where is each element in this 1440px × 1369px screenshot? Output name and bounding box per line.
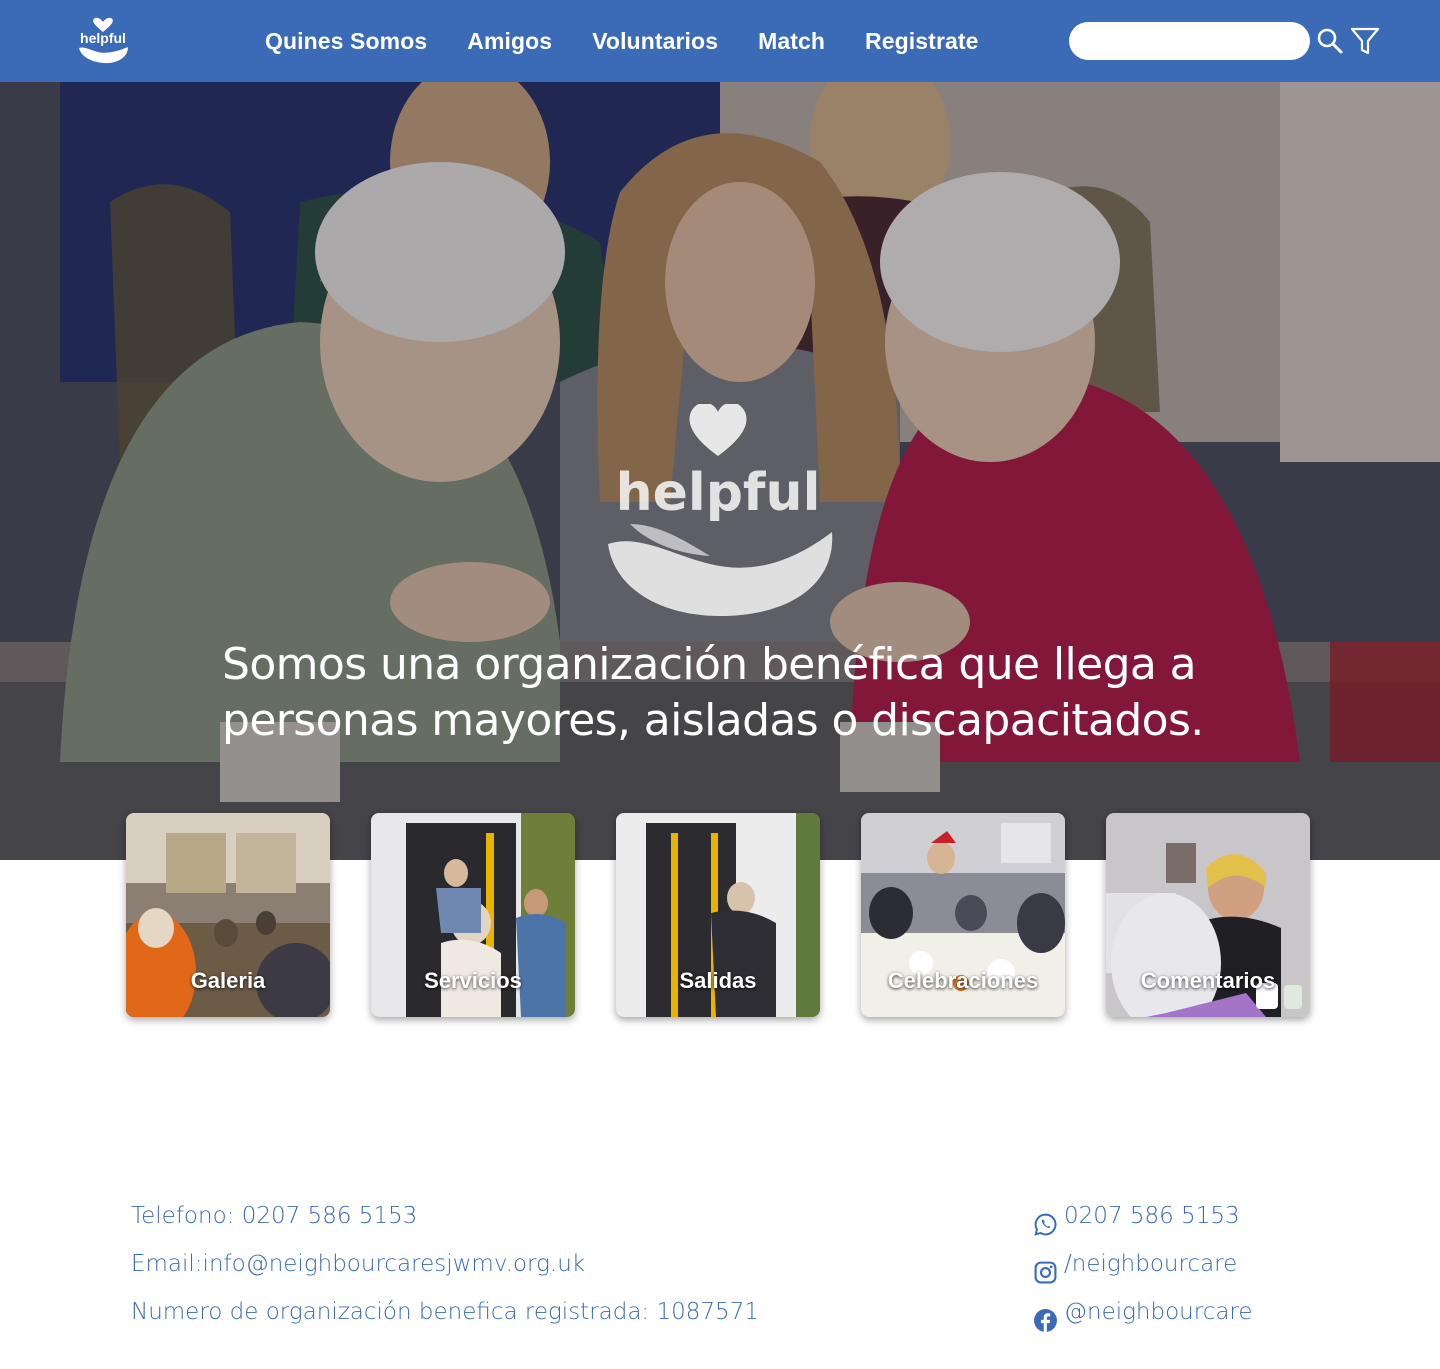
nav-link-voluntarios[interactable]: Voluntarios xyxy=(592,28,718,55)
top-navigation-bar: helpful Quines Somos Amigos Voluntarios … xyxy=(0,0,1440,82)
nav-link-registrate[interactable]: Registrate xyxy=(865,28,978,55)
instagram-link[interactable]: /neighbourcare xyxy=(1033,1248,1253,1296)
card-comentarios[interactable]: Comentarios xyxy=(1106,813,1310,1017)
facebook-handle: @neighbourcare xyxy=(1064,1299,1253,1325)
svg-text:helpful: helpful xyxy=(80,30,126,46)
search-icon[interactable] xyxy=(1316,27,1344,55)
hero-tagline: Somos una organización benéfica que lleg… xyxy=(222,639,1204,746)
social-links: 0207 586 5153 /neighbourcare @neighbourc… xyxy=(1033,1200,1253,1344)
card-servicios[interactable]: Servicios xyxy=(371,813,575,1017)
svg-text:helpful: helpful xyxy=(616,463,821,523)
nav-link-amigos[interactable]: Amigos xyxy=(467,28,552,55)
card-galeria[interactable]: Galeria xyxy=(126,813,330,1017)
whatsapp-number: 0207 586 5153 xyxy=(1064,1203,1240,1229)
helpful-logo[interactable]: helpful xyxy=(76,16,130,64)
hero-helpful-logo: helpful xyxy=(608,404,833,616)
footer-charity-number: Numero de organización benefica registra… xyxy=(131,1299,759,1325)
hero-banner: helpful Somos una organización benéfica … xyxy=(0,82,1440,860)
footer-email[interactable]: Email:info@neighbourcaresjwmv.org.uk xyxy=(131,1248,759,1296)
card-galeria-label: Galeria xyxy=(190,968,266,993)
main-nav: Quines Somos Amigos Voluntarios Match Re… xyxy=(265,0,979,82)
instagram-icon xyxy=(1034,1261,1057,1283)
card-comentarios-label: Comentarios xyxy=(1140,968,1276,993)
search-input[interactable] xyxy=(1069,22,1310,60)
feature-cards: Galeria Servicios Salidas Celebraciones … xyxy=(126,813,1310,1017)
contact-info: Telefono: 0207 586 5153 Email:info@neigh… xyxy=(131,1200,759,1344)
card-servicios-label: Servicios xyxy=(424,968,522,993)
card-salidas[interactable]: Salidas xyxy=(616,813,820,1017)
facebook-link[interactable]: @neighbourcare xyxy=(1033,1296,1253,1344)
card-salidas-label: Salidas xyxy=(679,968,757,993)
facebook-icon xyxy=(1034,1308,1057,1332)
instagram-handle: /neighbourcare xyxy=(1064,1251,1238,1277)
whatsapp-icon xyxy=(1034,1213,1057,1236)
nav-link-quienes-somos[interactable]: Quines Somos xyxy=(265,28,427,55)
card-celebraciones-label: Celebraciones xyxy=(887,968,1039,993)
nav-link-match[interactable]: Match xyxy=(758,28,825,55)
footer-phone: Telefono: 0207 586 5153 xyxy=(131,1203,418,1229)
card-celebraciones[interactable]: Celebraciones xyxy=(861,813,1065,1017)
filter-icon[interactable] xyxy=(1350,26,1380,56)
whatsapp-link[interactable]: 0207 586 5153 xyxy=(1033,1200,1253,1248)
